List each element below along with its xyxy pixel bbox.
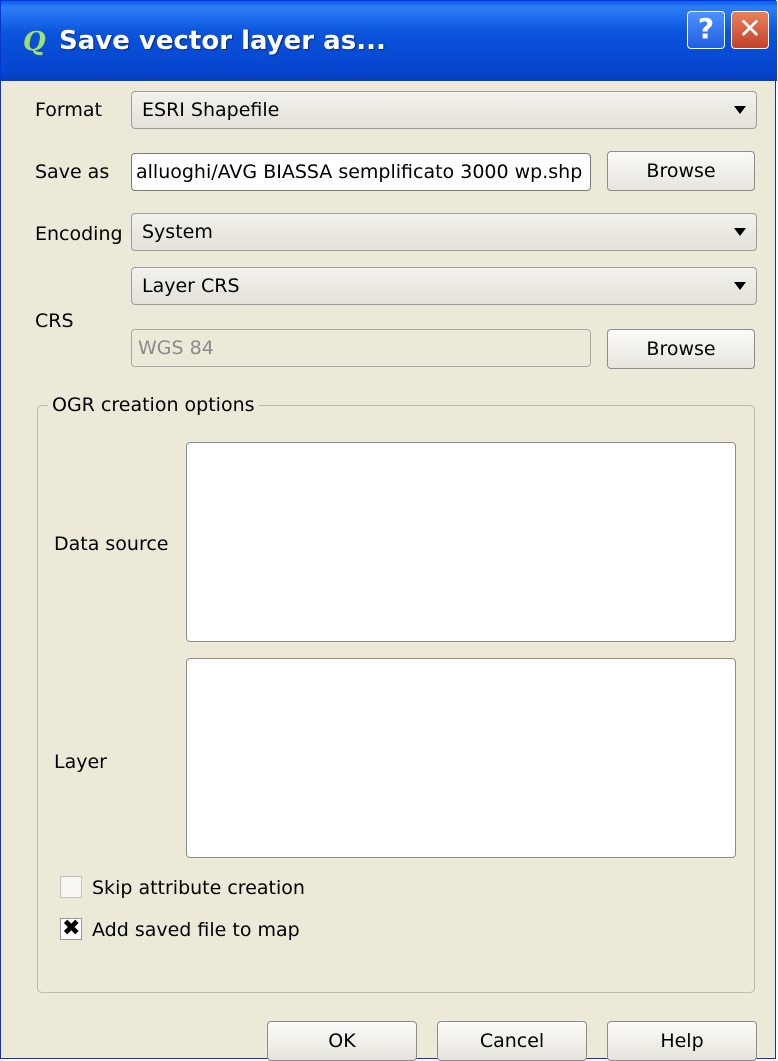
add-to-map-checkbox[interactable]: ✖ [60,916,82,941]
browse-button[interactable]: Browse [607,151,755,191]
crs-label: CRS [35,310,74,332]
layer-options-input[interactable] [186,658,736,858]
format-label: Format [35,99,102,121]
ogr-options-title: OGR creation options [48,393,259,417]
encoding-label: Encoding [35,223,123,245]
title-bar[interactable]: Q Save vector layer as... ? ✕ [1,1,777,81]
window-title: Save vector layer as... [59,26,386,56]
encoding-select[interactable]: System [131,213,757,251]
help-title-button[interactable]: ? [687,11,725,49]
skip-attribute-label[interactable]: Skip attribute creation [92,876,305,900]
checkmark-icon: ✖ [62,916,81,941]
skip-attribute-checkbox[interactable] [60,876,82,898]
encoding-value: System [142,221,213,243]
crs-input[interactable]: WGS 84 [131,329,591,367]
saveas-label: Save as [35,161,110,183]
saveas-input[interactable]: alluoghi/AVG BIASSA semplificato 3000 wp… [131,153,591,191]
crs-value: WGS 84 [138,337,214,359]
save-vector-dialog: Q Save vector layer as... ? ✕ Format ESR… [0,0,777,1061]
ogr-options-group: OGR creation options Data source Layer S… [37,393,755,993]
help-button[interactable]: Help [607,1021,757,1061]
qgis-icon: Q [23,27,46,57]
datasource-label: Data source [54,533,169,555]
dialog-body: Format ESRI Shapefile Save as alluoghi/A… [1,81,777,1061]
datasource-options-input[interactable] [186,442,736,642]
format-select[interactable]: ESRI Shapefile [131,91,757,129]
format-value: ESRI Shapefile [142,99,280,121]
ok-button[interactable]: OK [267,1021,417,1061]
crs-browse-button[interactable]: Browse [607,329,755,369]
chevron-down-icon [734,228,746,236]
cancel-button[interactable]: Cancel [437,1021,587,1061]
close-button[interactable]: ✕ [731,11,769,49]
add-to-map-label[interactable]: Add saved file to map [92,918,300,942]
saveas-value: alluoghi/AVG BIASSA semplificato 3000 wp… [136,161,583,183]
crs-mode-select[interactable]: Layer CRS [131,267,757,305]
chevron-down-icon [734,282,746,290]
layer-label: Layer [54,751,107,773]
crs-mode-value: Layer CRS [142,275,240,297]
chevron-down-icon [734,106,746,114]
